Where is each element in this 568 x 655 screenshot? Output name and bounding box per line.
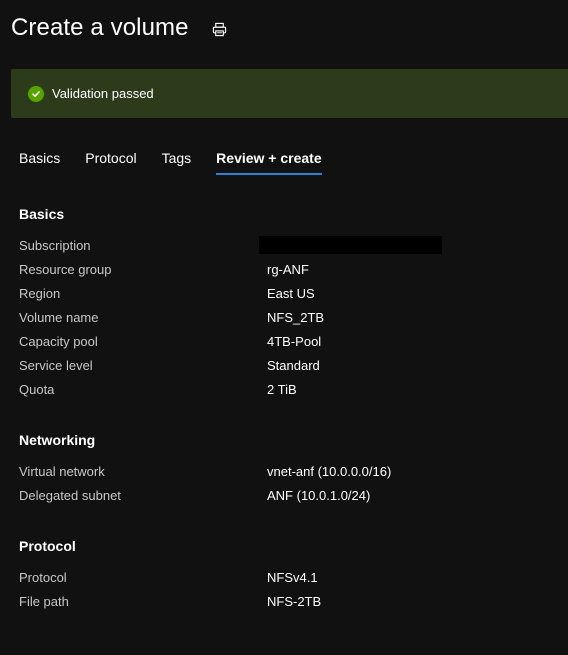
summary-row-region: Region East US <box>19 281 442 305</box>
row-label: Region <box>19 285 61 301</box>
tab-review-create[interactable]: Review + create <box>216 150 323 175</box>
row-value: 4TB-Pool <box>267 333 322 349</box>
row-value: NFS_2TB <box>267 309 325 325</box>
row-label: Virtual network <box>19 463 105 479</box>
row-value: Standard <box>267 357 320 373</box>
basics-section: Basics Subscription Resource group rg-AN… <box>19 206 442 401</box>
summary-row-service-level: Service level Standard <box>19 353 442 377</box>
row-value: rg-ANF <box>267 261 309 277</box>
tab-basics[interactable]: Basics <box>19 150 60 174</box>
row-label: Resource group <box>19 261 112 277</box>
row-label: Protocol <box>19 569 67 585</box>
print-button[interactable] <box>211 21 227 37</box>
validation-banner: Validation passed <box>11 69 568 118</box>
summary-row-delegated-subnet: Delegated subnet ANF (10.0.1.0/24) <box>19 483 391 507</box>
redacted-value <box>259 236 442 254</box>
page-title: Create a volume <box>11 14 189 41</box>
section-title: Networking <box>19 432 96 448</box>
summary-row-resource-group: Resource group rg-ANF <box>19 257 442 281</box>
row-label: Delegated subnet <box>19 487 121 503</box>
summary-row-protocol: Protocol NFSv4.1 <box>19 565 321 589</box>
summary-row-virtual-network: Virtual network vnet-anf (10.0.0.0/16) <box>19 459 391 483</box>
row-label: Volume name <box>19 309 99 325</box>
networking-section: Networking Virtual network vnet-anf (10.… <box>19 432 391 507</box>
summary-row-capacity-pool: Capacity pool 4TB-Pool <box>19 329 442 353</box>
row-value: 2 TiB <box>267 381 297 397</box>
section-title: Basics <box>19 206 65 222</box>
printer-icon <box>212 22 226 36</box>
tab-bar: Basics Protocol Tags Review + create <box>19 150 347 176</box>
page-header: Create a volume <box>11 14 189 42</box>
protocol-section: Protocol Protocol NFSv4.1 File path NFS-… <box>19 538 321 613</box>
section-title: Protocol <box>19 538 76 554</box>
tab-protocol[interactable]: Protocol <box>85 150 136 174</box>
summary-row-volume-name: Volume name NFS_2TB <box>19 305 442 329</box>
row-value: NFS-2TB <box>267 593 322 609</box>
row-label: Service level <box>19 357 93 373</box>
row-label: File path <box>19 593 69 609</box>
row-label: Capacity pool <box>19 333 98 349</box>
row-value: NFSv4.1 <box>267 569 318 585</box>
row-label: Quota <box>19 381 55 397</box>
summary-row-file-path: File path NFS-2TB <box>19 589 321 613</box>
summary-row-subscription: Subscription <box>19 233 442 257</box>
row-label: Subscription <box>19 237 91 253</box>
tab-tags[interactable]: Tags <box>162 150 192 174</box>
row-value: East US <box>267 285 315 301</box>
row-value: ANF (10.0.1.0/24) <box>267 487 371 503</box>
row-value: vnet-anf (10.0.0.0/16) <box>267 463 392 479</box>
validation-message: Validation passed <box>52 86 154 101</box>
summary-row-quota: Quota 2 TiB <box>19 377 442 401</box>
check-circle-icon <box>28 85 44 102</box>
